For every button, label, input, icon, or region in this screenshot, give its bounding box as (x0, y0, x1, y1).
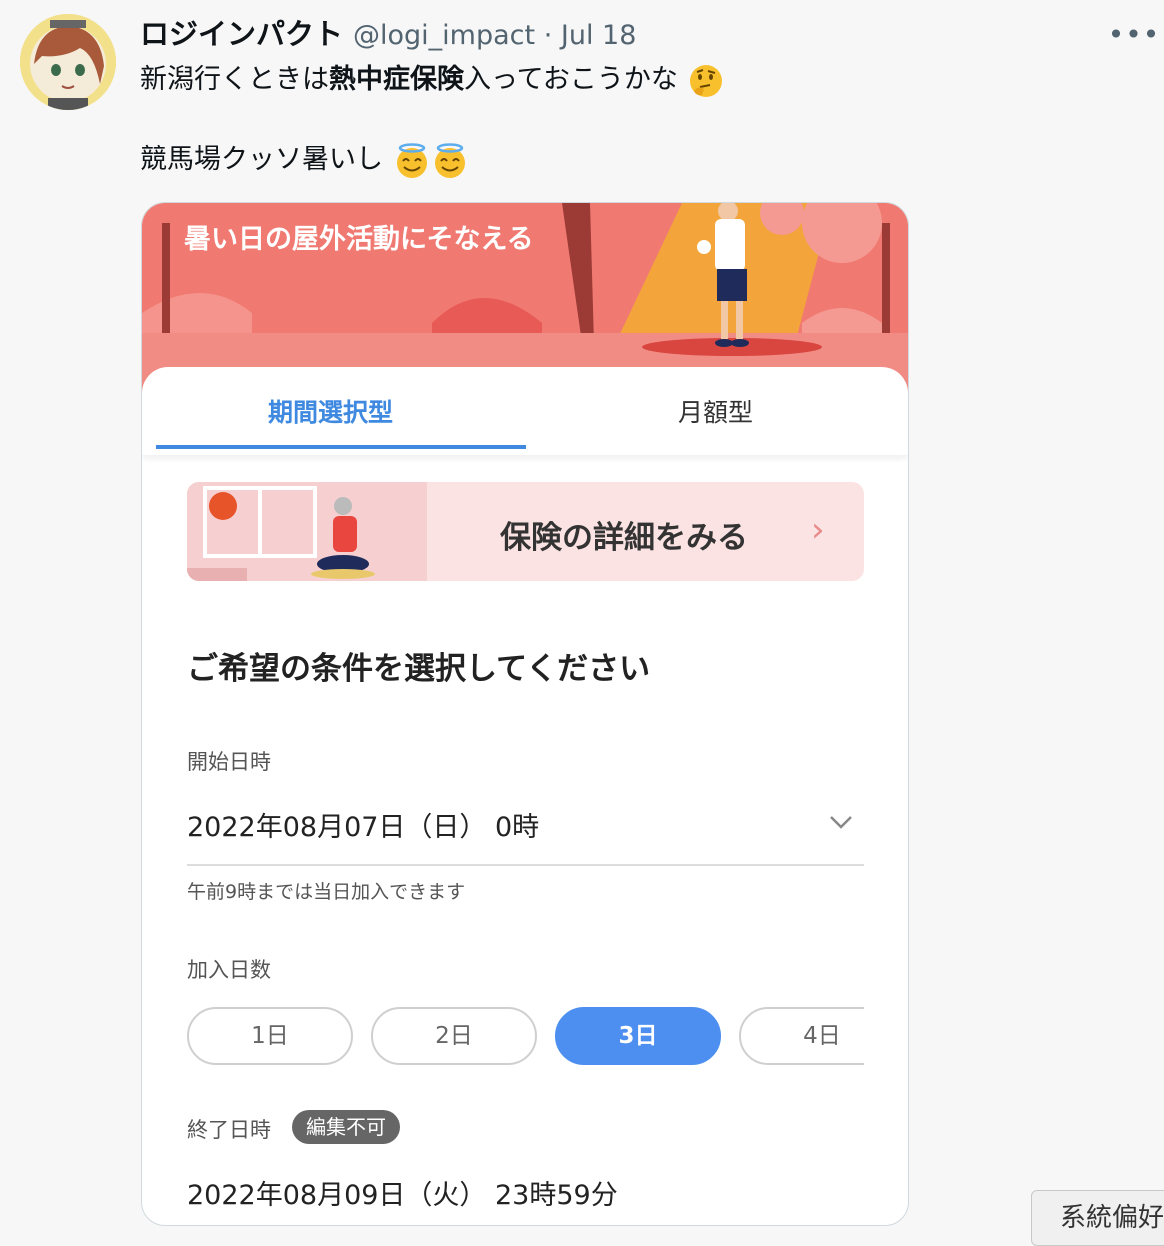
details-illustration (187, 482, 427, 581)
day-option-3-selected[interactable]: 3日 (555, 1007, 721, 1065)
tweet-text-line-1: 新潟行くときは熱中症保険入っておこうかな (140, 58, 724, 102)
tweet-image[interactable]: 暑い日の屋外活動にそなえる 期間選択型 月額型 保険の詳細をみる › ご希望の条… (141, 202, 909, 1226)
section-heading: ご希望の条件を選択してください (187, 651, 651, 687)
day-option-1[interactable]: 1日 (187, 1007, 353, 1065)
active-tab-indicator (156, 445, 526, 449)
tweet-text-line-2: 競馬場クッソ暑いし (140, 138, 468, 182)
smiling-halo-icon (396, 142, 427, 178)
tab-monthly[interactable]: 月額型 (678, 393, 753, 429)
tweet-header: ロジインパクト @logi_impact · Jul 18 (140, 14, 636, 56)
tweet-text-part: 競馬場クッソ暑いし (140, 144, 383, 175)
tweet-text-bold: 熱中症保険 (329, 64, 464, 95)
day-option-2[interactable]: 2日 (371, 1007, 537, 1065)
smiling-halo-icon (434, 142, 465, 178)
start-note: 午前9時までは当日加入できます (187, 881, 466, 903)
tab-period-select[interactable]: 期間選択型 (268, 393, 393, 429)
more-options-icon[interactable]: ••• (1108, 14, 1160, 54)
days-options: 1日 2日 3日 4日 (142, 993, 864, 1083)
end-datetime-label: 終了日時 (187, 1118, 271, 1142)
details-link-text: 保険の詳細をみる (500, 520, 748, 556)
select-underline (187, 864, 864, 866)
handle-text[interactable]: @logi_impact (353, 20, 535, 51)
day-option-4[interactable]: 4日 (739, 1007, 864, 1065)
avatar[interactable] (20, 14, 116, 110)
plan-tabs: 期間選択型 月額型 (142, 367, 908, 455)
display-name[interactable]: ロジインパクト (140, 17, 343, 51)
days-label: 加入日数 (187, 958, 271, 982)
thinking-face-icon (690, 64, 723, 97)
separator: · (543, 20, 553, 51)
banner-title: 暑い日の屋外活動にそなえる (184, 224, 534, 255)
tweet-text-part: 新潟行くときは (140, 64, 329, 95)
user-handle[interactable]: @logi_impact · Jul 18 (353, 20, 636, 51)
details-link-button[interactable]: 保険の詳細をみる › (187, 482, 864, 581)
chevron-down-icon[interactable] (828, 809, 854, 835)
end-datetime-value: 2022年08月09日（火） 23時59分 (187, 1180, 618, 1211)
start-datetime-select[interactable]: 2022年08月07日（日） 0時 (187, 805, 539, 844)
tweet-date[interactable]: Jul 18 (561, 20, 637, 51)
not-editable-badge: 編集不可 (292, 1110, 400, 1144)
chevron-right-icon: › (811, 510, 825, 550)
start-datetime-label: 開始日時 (187, 750, 271, 774)
tweet-text-part: 入っておこうかな (464, 64, 678, 95)
system-preferences-button[interactable]: 系統偏好 (1031, 1190, 1164, 1246)
